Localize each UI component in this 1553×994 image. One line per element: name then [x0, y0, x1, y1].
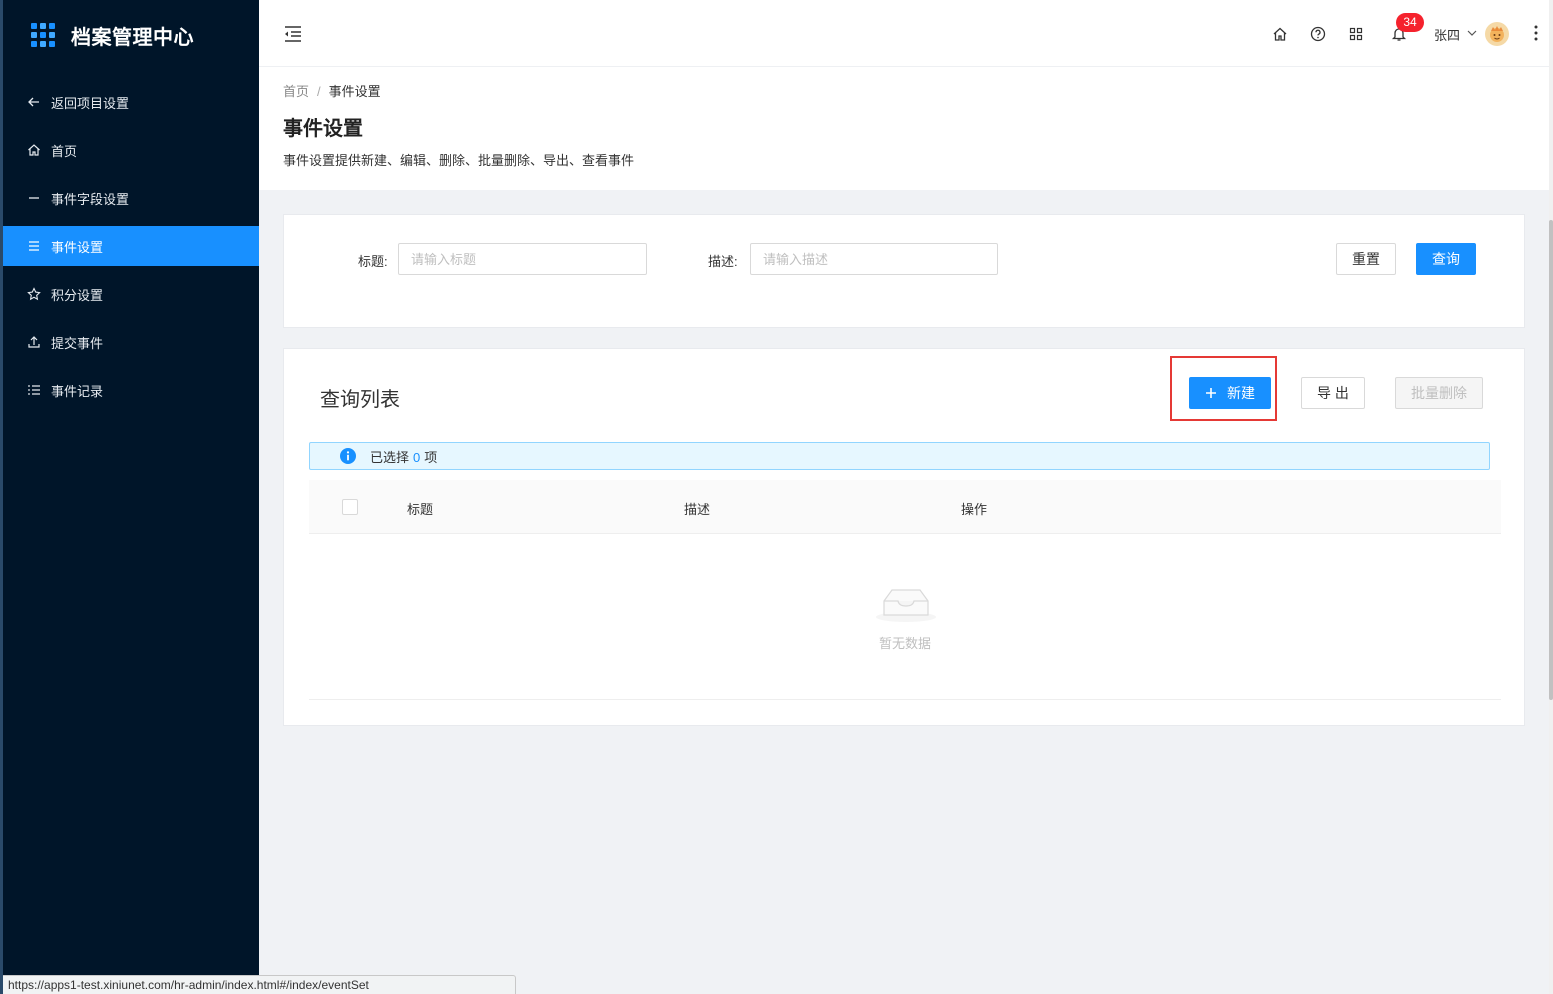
- home-icon[interactable]: [1272, 26, 1288, 42]
- sidebar-item-submit-event[interactable]: 提交事件: [3, 322, 259, 362]
- new-button-label: 新建: [1227, 385, 1255, 401]
- home-icon: [27, 143, 41, 157]
- breadcrumb-separator: /: [317, 84, 321, 99]
- sidebar-item-event-field-settings[interactable]: 事件字段设置: [3, 178, 259, 218]
- sidebar-menu: 返回项目设置 首页 事件字段设置 事件设置 积分设置 提交事件 事件记录: [3, 82, 259, 418]
- export-button[interactable]: 导 出: [1301, 377, 1365, 409]
- breadcrumb: 首页 / 事件设置: [283, 81, 381, 100]
- description-input[interactable]: [750, 243, 998, 275]
- sidebar-item-label: 返回项目设置: [51, 95, 130, 111]
- page-description: 事件设置提供新建、编辑、删除、批量删除、导出、查看事件: [283, 153, 635, 168]
- sidebar-item-event-records[interactable]: 事件记录: [3, 370, 259, 410]
- sidebar-item-home[interactable]: 首页: [3, 130, 259, 170]
- sidebar-item-label: 事件记录: [51, 383, 104, 399]
- page-header: 首页 / 事件设置 事件设置 事件设置提供新建、编辑、删除、批量删除、导出、查看事件: [259, 67, 1550, 190]
- help-icon[interactable]: [1310, 26, 1326, 42]
- search-form: 标题: 描述: 重置 查询: [283, 214, 1525, 328]
- empty-state: 暂无数据: [309, 535, 1501, 700]
- plus-icon: [1206, 388, 1216, 398]
- query-list-card: 查询列表 新建 导 出 批量删除 已选择 0 项 标题 描述 操作 暂无数据: [283, 348, 1525, 726]
- selection-suffix: 项: [424, 449, 438, 465]
- status-bar-url: https://apps1-test.xiniunet.com/hr-admin…: [3, 975, 516, 994]
- title-input[interactable]: [398, 243, 647, 275]
- query-button[interactable]: 查询: [1416, 243, 1476, 275]
- upload-icon: [27, 335, 41, 349]
- title-field-label: 标题:: [358, 254, 388, 269]
- avatar[interactable]: [1485, 22, 1509, 46]
- reset-button[interactable]: 重置: [1336, 243, 1396, 275]
- table-header: 标题 描述 操作: [309, 480, 1501, 534]
- list-bullets-icon: [27, 383, 41, 397]
- description-field-label: 描述:: [708, 254, 738, 269]
- user-name[interactable]: 张四: [1434, 25, 1460, 44]
- selection-alert: 已选择 0 项: [309, 442, 1490, 470]
- top-header: 34 张四: [259, 0, 1553, 67]
- app-title: 档案管理中心: [71, 26, 194, 49]
- list-icon: [27, 239, 41, 253]
- selection-prefix: 已选择: [370, 449, 410, 465]
- breadcrumb-home[interactable]: 首页: [283, 84, 309, 99]
- breadcrumb-current: 事件设置: [328, 84, 381, 99]
- menu-fold-icon[interactable]: [283, 25, 303, 43]
- apps-icon[interactable]: [1348, 26, 1364, 42]
- notification-badge: 34: [1396, 13, 1424, 32]
- empty-text: 暂无数据: [878, 636, 931, 651]
- scrollbar-thumb[interactable]: [1549, 220, 1553, 700]
- apps-grid-icon: [31, 23, 55, 47]
- batch-delete-button[interactable]: 批量删除: [1395, 377, 1483, 409]
- selection-text: 已选择 0 项: [370, 447, 437, 466]
- app-logo[interactable]: 档案管理中心: [31, 22, 194, 49]
- sidebar-item-label: 事件设置: [51, 239, 104, 255]
- sidebar-item-label: 积分设置: [51, 287, 104, 303]
- info-icon: [340, 448, 356, 464]
- more-vertical-icon[interactable]: [1533, 24, 1539, 42]
- sidebar-item-event-settings[interactable]: 事件设置: [3, 226, 259, 266]
- new-button[interactable]: 新建: [1189, 377, 1271, 409]
- list-title: 查询列表: [320, 389, 400, 411]
- sidebar-item-label: 首页: [51, 143, 78, 159]
- sidebar-item-back-to-project-settings[interactable]: 返回项目设置: [3, 82, 259, 122]
- sidebar: 档案管理中心 返回项目设置 首页 事件字段设置 事件设置 积分设置 提交事件 事…: [0, 0, 259, 994]
- chevron-down-icon[interactable]: [1467, 29, 1477, 37]
- dash-icon: [27, 191, 41, 205]
- column-header-actions: 操作: [961, 502, 988, 517]
- arrow-left-icon: [27, 95, 41, 109]
- avatar-icon: [1490, 26, 1504, 42]
- selection-count: 0: [413, 449, 421, 465]
- sidebar-item-points-settings[interactable]: 积分设置: [3, 274, 259, 314]
- page-title: 事件设置: [283, 118, 363, 140]
- column-header-title: 标题: [407, 502, 434, 517]
- column-header-description: 描述: [684, 502, 711, 517]
- star-icon: [27, 287, 41, 301]
- sidebar-item-label: 事件字段设置: [51, 191, 130, 207]
- select-all-checkbox[interactable]: [342, 499, 358, 515]
- empty-inbox-icon: [876, 589, 936, 622]
- sidebar-item-label: 提交事件: [51, 335, 104, 351]
